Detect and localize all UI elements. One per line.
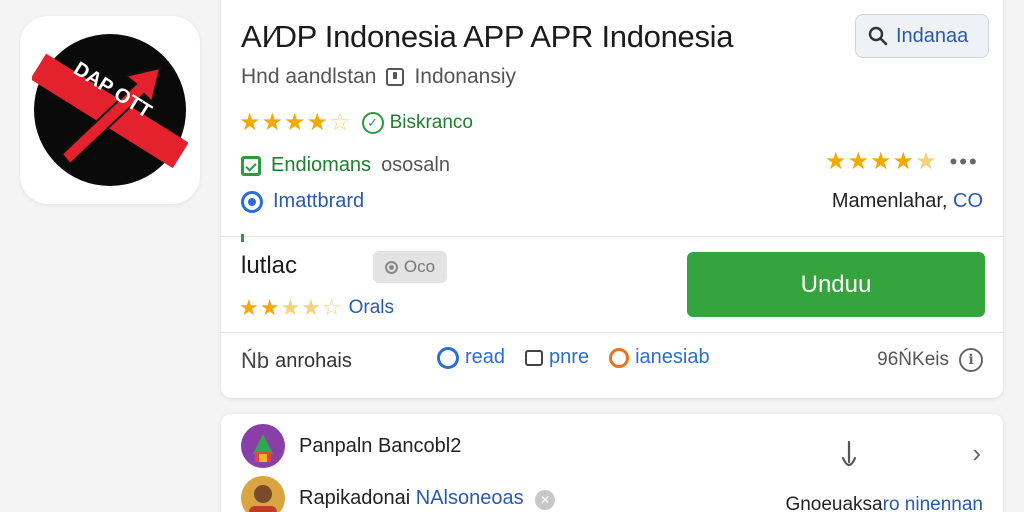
list-item[interactable]: Panpaln Bancobl2: [241, 424, 461, 468]
green-marker: [241, 234, 261, 242]
window-icon: [525, 349, 544, 366]
action-bar: Ńb anrohais read pnre ianesiab 96ŃKeis i: [241, 344, 983, 380]
feature-secondary: ososaln: [381, 154, 450, 176]
avatar-figure-icon: [253, 434, 273, 462]
search-chip[interactable]: Indanaa: [855, 14, 989, 58]
pnre-label: pnre: [549, 346, 590, 368]
dev-item-handle: Bancobl2: [377, 434, 462, 457]
read-icon: [437, 346, 459, 369]
read-label: read: [465, 346, 506, 368]
search-icon: [868, 26, 888, 46]
dev-item-handle: NAlsoneoas: [415, 486, 524, 509]
ianesiab-label: ianesiab: [635, 346, 710, 368]
info-icon: i: [959, 348, 983, 372]
dev-item-name: Rapikadonai: [299, 486, 411, 509]
install-rating-label: Orals: [348, 297, 395, 318]
developer-name: Mamenlahar,: [831, 190, 948, 212]
install-rating: ★★★★☆ Orals: [239, 295, 394, 321]
secondary-rating: ★★★★★ •••: [825, 147, 979, 176]
action-links: read pnre ianesiab: [437, 346, 710, 369]
check-circle-icon: ✓: [361, 111, 384, 134]
rating-stars: ★★★★☆: [239, 109, 352, 136]
radio-icon: [241, 190, 263, 213]
developer-accent: CO: [953, 190, 983, 212]
app-title: AI⁄DP Indonesia APP APR Indonesia: [241, 19, 734, 54]
search-chip-label: Indanaa: [896, 24, 969, 47]
ianesiab-link[interactable]: ianesiab: [609, 346, 710, 369]
size-label: 96ŃKeis: [877, 349, 949, 370]
red-arrow-app-icon: DAP OTT: [32, 34, 188, 186]
verified-badge-label: Biskranco: [389, 111, 473, 133]
subtitle-right: Indonansiy: [414, 65, 517, 88]
secondary-rating-stars: ★★★★★: [825, 148, 938, 175]
divider: [221, 236, 1003, 237]
info-row[interactable]: Imattbrard: [241, 190, 364, 213]
developer-list-card: Panpaln Bancobl2 › Rapikadonai NAlsoneoa…: [221, 414, 1003, 512]
chevron-right-icon[interactable]: ›: [972, 438, 981, 469]
install-section-label: lutlac: [241, 252, 298, 279]
checkbox-icon: [241, 155, 261, 176]
avatar: [241, 476, 285, 512]
list-item[interactable]: Rapikadonai NAlsoneoas ✕: [241, 476, 556, 512]
toggle-chip-label: Oco: [403, 257, 436, 276]
toggle-icon: [384, 260, 398, 274]
info-label: Imattbrard: [273, 190, 365, 212]
app-subtitle: Hnd aandlstan Indonansiy: [241, 65, 516, 89]
toggle-chip[interactable]: Oco: [373, 251, 447, 283]
verified-badge: ✓ Biskranco: [361, 111, 473, 134]
share-label: anrohais: [275, 349, 352, 372]
feature-row: Endiomans ososaln: [241, 154, 450, 177]
divider: [221, 332, 1003, 333]
dev-name-1: Panpaln Bancobl2: [299, 435, 461, 458]
read-link[interactable]: read: [437, 346, 505, 369]
install-rating-stars: ★★★★☆: [239, 295, 343, 320]
feature-primary: Endiomans: [271, 154, 372, 176]
dev-item-name: Panpaln: [299, 434, 373, 457]
size-info[interactable]: 96ŃKeis i: [877, 348, 983, 372]
rating-row: ★★★★☆ ✓ Biskranco: [239, 108, 473, 137]
developer-label[interactable]: Mamenlahar, CO: [832, 190, 983, 213]
share-prefix: Ńb: [241, 348, 270, 373]
hand-pointer-icon[interactable]: [835, 438, 863, 474]
more-options-icon[interactable]: •••: [950, 149, 979, 175]
app-icon: DAP OTT: [20, 16, 200, 204]
pnre-link[interactable]: pnre: [525, 346, 589, 369]
person-avatar-icon: [249, 485, 277, 512]
avatar: [241, 424, 285, 468]
install-button[interactable]: Unduu: [687, 252, 985, 317]
share-action[interactable]: Ńb anrohais: [241, 348, 352, 374]
subtitle-left: Hnd aandlstan: [241, 65, 377, 88]
close-icon[interactable]: ✕: [535, 489, 556, 510]
circle-icon: [609, 347, 630, 368]
dev-footer-accent: ro ninennan: [882, 494, 983, 512]
bookmark-icon: [386, 68, 405, 86]
app-details-card: AI⁄DP Indonesia APP APR Indonesia Indana…: [221, 0, 1003, 398]
dev-footer[interactable]: Gnoeuaksaro ninennan: [785, 494, 983, 512]
dev-footer-prefix: Gnoeuaksa: [785, 494, 883, 512]
